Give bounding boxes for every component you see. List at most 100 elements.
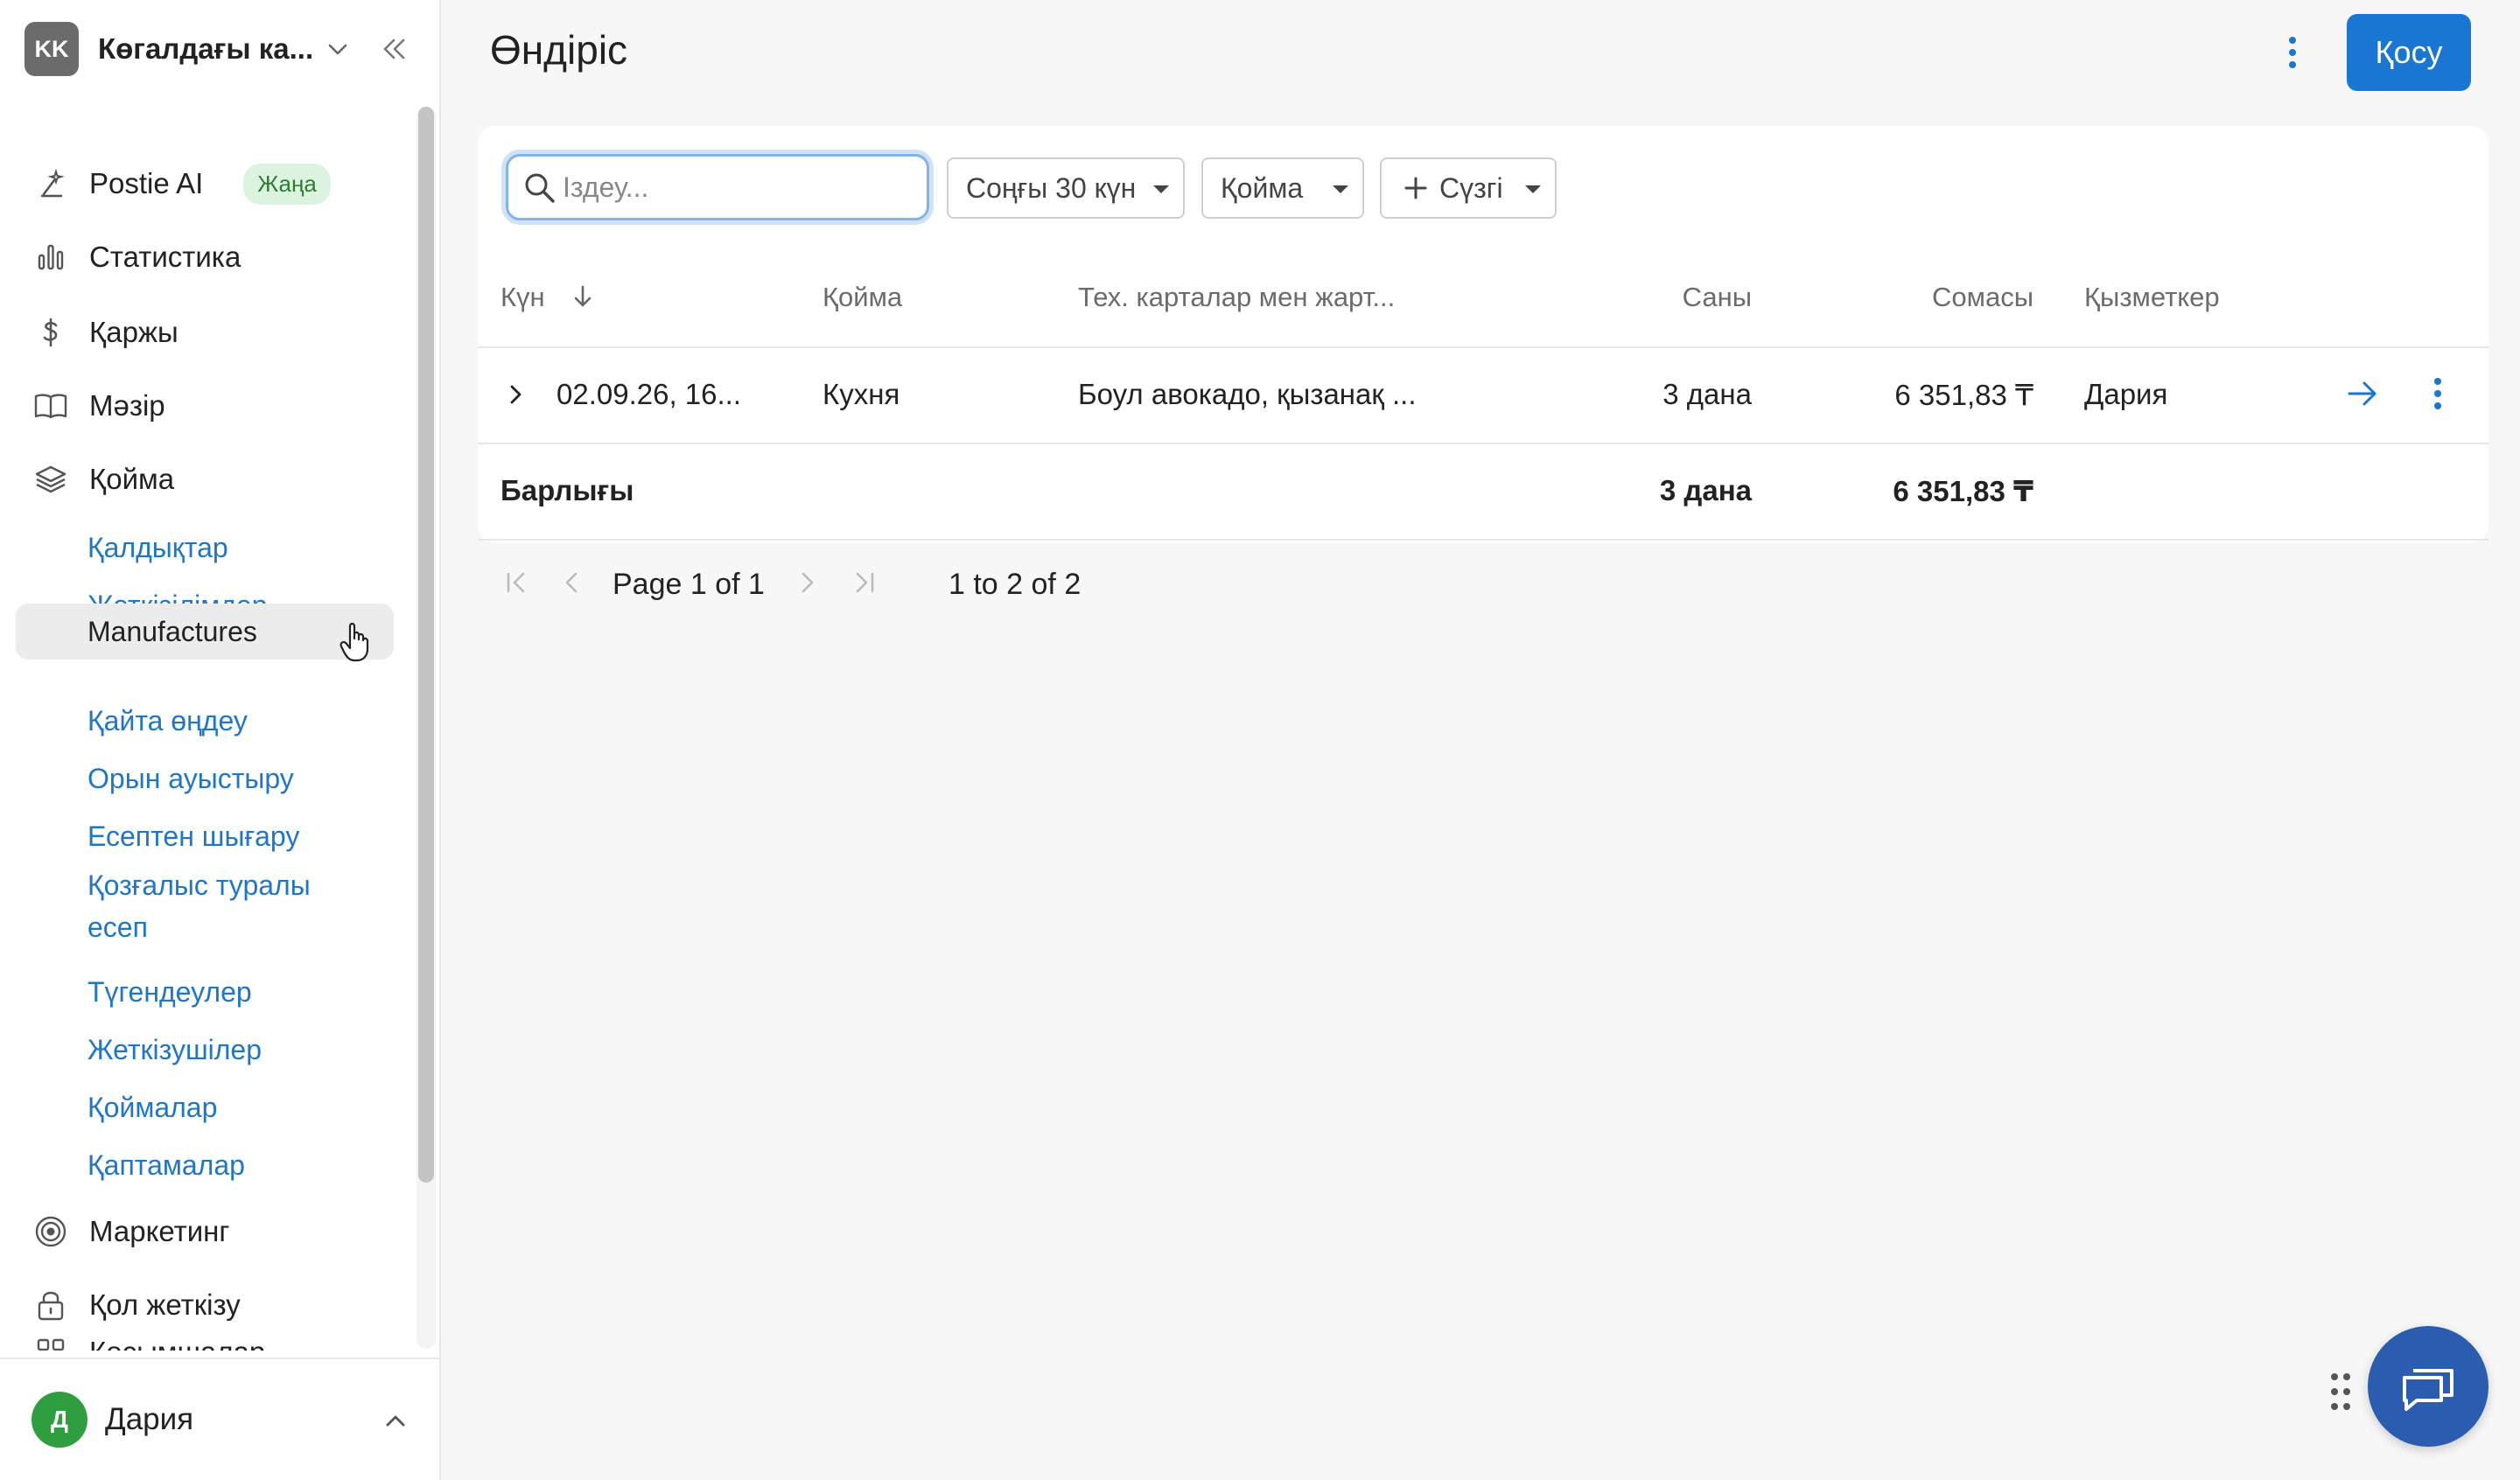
sidebar-item-finance[interactable]: Қаржы: [16, 303, 394, 362]
previous-page-icon[interactable]: [556, 567, 588, 598]
add-filter-button[interactable]: Сүзгі: [1380, 157, 1557, 219]
chat-icon: [2403, 1369, 2454, 1411]
search-input[interactable]: [563, 171, 913, 204]
column-header-tech-cards[interactable]: Тех. карталар мен жарт...: [1078, 282, 1395, 313]
current-page: 1: [690, 567, 707, 601]
sidebar-item-label: Қаржы: [89, 316, 178, 348]
sidebar-item-postie-ai[interactable]: Postie AI Жаңа: [16, 154, 394, 213]
sidebar-nav: Postie AI Жаңа Статистика Қаржы Мәзір Қо…: [0, 98, 416, 1351]
first-page-icon[interactable]: [500, 567, 532, 598]
sidebar-item-label: Postie AI: [89, 167, 204, 199]
sidebar-item-menu[interactable]: Мәзір: [16, 376, 394, 436]
target-icon: [33, 1214, 68, 1249]
page-word: Page: [612, 567, 682, 601]
divider: [478, 346, 2488, 348]
column-header-label: Күн: [500, 282, 545, 312]
warehouse-filter-button[interactable]: Қойма: [1201, 157, 1364, 219]
sidebar-scrollbar-thumb[interactable]: [418, 107, 434, 1183]
sidebar-item-label: Қосымшалар: [89, 1336, 265, 1351]
row-range: 1 to 2 of 2: [948, 567, 1082, 601]
search-field[interactable]: [506, 154, 929, 220]
more-vertical-icon[interactable]: [2275, 31, 2310, 73]
workspace-avatar: KK: [24, 22, 79, 76]
divider: [478, 443, 2488, 444]
sidebar-item-statistics[interactable]: Статистика: [16, 227, 394, 287]
column-header-employee[interactable]: Қызметкер: [2084, 282, 2220, 313]
caret-down-icon: [1525, 185, 1541, 193]
add-button[interactable]: Қосу: [2347, 14, 2471, 91]
divider: [478, 539, 2488, 541]
hand-cursor-icon: [340, 622, 369, 662]
of-word: of: [715, 567, 740, 601]
lock-icon: [33, 1288, 68, 1323]
cell-warehouse: Кухня: [822, 378, 900, 410]
wand-icon: [33, 166, 68, 201]
cell-date: 02.09.26, 16...: [556, 378, 742, 410]
last-page-icon[interactable]: [849, 567, 880, 598]
page-title: Өндіріс: [490, 27, 628, 73]
sidebar-subitem-packaging[interactable]: Қаптамалар: [16, 1137, 394, 1193]
total-label: Барлығы: [500, 474, 634, 506]
drag-handle-icon[interactable]: [2328, 1370, 2354, 1414]
sidebar-subitem-inventories[interactable]: Түгендеулер: [16, 964, 394, 1020]
sidebar-subitem-leftovers[interactable]: Қалдықтар: [16, 520, 394, 576]
avatar: Д: [32, 1392, 88, 1448]
sidebar-item-label: Маркетинг: [89, 1215, 230, 1247]
sidebar-item-label: Статистика: [89, 241, 242, 273]
sidebar-subitem-warehouses[interactable]: Қоймалар: [16, 1079, 394, 1135]
new-badge: Жаңа: [243, 163, 331, 205]
column-header-date[interactable]: Күн: [500, 282, 596, 313]
column-header-quantity[interactable]: Саны: [1575, 282, 1752, 313]
total-quantity: 3 дана: [1659, 474, 1752, 506]
sidebar-subitem-movement-report[interactable]: Қозғалыс туралы есеп: [16, 862, 394, 950]
period-filter-label: Соңғы 30 күн: [966, 171, 1137, 204]
column-header-warehouse[interactable]: Қойма: [822, 282, 902, 313]
sidebar-item-marketing[interactable]: Маркетинг: [16, 1202, 394, 1261]
total-pages: 1: [748, 567, 765, 601]
plus-icon: [1404, 177, 1427, 199]
cell-quantity: 3 дана: [1662, 378, 1752, 410]
bar-chart-icon: [33, 240, 68, 275]
layers-icon: [33, 462, 68, 497]
next-page-icon[interactable]: [791, 567, 822, 598]
cell-tech-cards: Боул авокадо, қызанақ ...: [1078, 378, 1417, 410]
chevron-down-icon[interactable]: [324, 35, 352, 63]
more-vertical-icon[interactable]: [2424, 374, 2452, 413]
cell-sum: 6 351,83 ₸: [1894, 379, 2034, 411]
sidebar-item-addons[interactable]: Қосымшалар: [16, 1323, 394, 1351]
page-indicator: Page 1 of 1: [612, 560, 765, 609]
sidebar-subitem-suppliers[interactable]: Жеткізушілер: [16, 1022, 394, 1078]
chat-button[interactable]: [2368, 1326, 2488, 1447]
arrow-right-icon[interactable]: [2345, 376, 2380, 411]
sort-down-icon[interactable]: [570, 283, 596, 310]
chevron-up-icon[interactable]: [380, 1405, 411, 1436]
sidebar-subitem-transfers[interactable]: Орын ауыстыру: [16, 750, 394, 806]
sidebar-subitem-manufactures[interactable]: Manufactures: [16, 604, 394, 660]
search-icon: [525, 173, 555, 203]
period-filter-button[interactable]: Соңғы 30 күн: [947, 157, 1185, 219]
caret-down-icon: [1153, 185, 1169, 193]
warehouse-filter-label: Қойма: [1221, 171, 1304, 204]
chevron-right-icon[interactable]: [500, 380, 530, 409]
sidebar-item-label: Мәзір: [89, 389, 165, 422]
book-icon: [33, 388, 68, 423]
sidebar-item-label: Қол жеткізу: [89, 1288, 241, 1321]
cell-employee: Дария: [2084, 378, 2168, 410]
user-menu[interactable]: Д Дария: [0, 1358, 439, 1480]
dollar-icon: [33, 315, 68, 350]
column-header-sum[interactable]: Сомасы: [1802, 282, 2034, 313]
collapse-sidebar-icon[interactable]: [378, 33, 410, 65]
caret-down-icon: [1333, 185, 1348, 193]
sidebar: KK Көгалдағы ка... Postie AI Жаңа Статис…: [0, 0, 441, 1480]
sidebar-item-label: Қойма: [89, 463, 175, 495]
sidebar-subitem-writeoffs[interactable]: Есептен шығару: [16, 808, 394, 864]
add-filter-label: Сүзгі: [1439, 171, 1503, 204]
sidebar-scrollbar[interactable]: [416, 107, 436, 1349]
sidebar-item-warehouse[interactable]: Қойма: [16, 450, 394, 509]
user-name: Дария: [105, 1402, 194, 1436]
total-sum: 6 351,83 ₸: [1893, 475, 2034, 507]
sidebar-subitem-processing[interactable]: Қайта өңдеу: [16, 693, 394, 749]
grid-icon: [33, 1335, 68, 1351]
workspace-name: Көгалдағы ка...: [98, 32, 314, 65]
workspace-switcher[interactable]: KK Көгалдағы ка...: [0, 0, 439, 98]
